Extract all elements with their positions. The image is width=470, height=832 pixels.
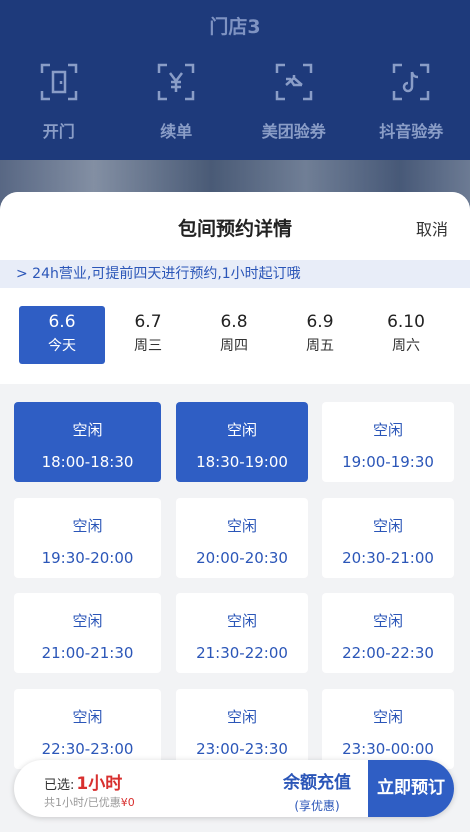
date-tab[interactable]: 6.7 周三 <box>105 306 191 364</box>
time-slot-range: 20:00-20:30 <box>196 548 288 567</box>
time-slot-range: 18:30-19:00 <box>196 453 288 471</box>
time-slot-status: 空闲 <box>372 707 403 726</box>
selected-duration: 1小时 <box>76 774 123 794</box>
time-slot[interactable]: 空闲 19:00-19:30 <box>322 402 454 482</box>
time-slot-range: 18:00-18:30 <box>41 453 134 471</box>
time-slot[interactable]: 空闲 18:00-18:30 <box>14 402 161 482</box>
selected-prefix: 已选: <box>44 778 75 793</box>
date-tab-date: 6.9 <box>306 312 334 332</box>
date-tab-date: 6.6 <box>48 312 76 332</box>
time-slot[interactable]: 空闲 21:00-21:30 <box>14 593 161 673</box>
time-slot-status: 空闲 <box>226 612 257 630</box>
douyin-coupon-label: 抖音验券 <box>379 122 444 141</box>
discount-amount: ¥0 <box>120 796 135 809</box>
time-slot-status: 空闲 <box>72 421 103 439</box>
time-slot[interactable]: 空闲 18:30-19:00 <box>176 402 308 482</box>
store-title: 门店3 <box>209 16 261 38</box>
time-slot-range: 21:30-22:00 <box>196 644 288 662</box>
douyin-coupon-button[interactable]: 抖音验券 <box>353 62 470 142</box>
time-slot-range: 20:30-21:00 <box>342 548 434 567</box>
discount-summary: 共1小时/已优惠¥0 <box>44 794 135 810</box>
open-door-label: 开门 <box>42 122 75 141</box>
date-tab-weekday: 周三 <box>134 338 162 354</box>
date-selector: 6.6 今天 6.7 周三 6.8 周四 6.9 周五 6.10 周六 <box>0 288 470 384</box>
yen-icon <box>156 62 196 102</box>
time-slot-status: 空闲 <box>372 421 403 439</box>
tiktok-icon <box>391 62 431 102</box>
time-slot-range: 23:00-23:30 <box>196 739 288 758</box>
sheet-title: 包间预约详情 <box>177 218 292 240</box>
meituan-coupon-button[interactable]: 美团验券 <box>235 62 353 142</box>
date-tab[interactable]: 6.6 今天 <box>19 306 105 364</box>
renew-order-button[interactable]: 续单 <box>118 62 236 142</box>
time-slot[interactable]: 空闲 21:30-22:00 <box>176 593 308 673</box>
coupon-icon <box>274 62 314 102</box>
time-slot-status: 空闲 <box>372 516 403 535</box>
door-icon <box>39 62 79 102</box>
date-tab[interactable]: 6.8 周四 <box>191 306 277 364</box>
time-slot-status: 空闲 <box>226 707 257 726</box>
time-slot[interactable]: 空闲 20:30-21:00 <box>322 497 454 578</box>
renew-order-label: 续单 <box>160 122 193 141</box>
quick-actions: 开门 续单 美团验券 抖音验券 <box>0 62 470 142</box>
selected-summary: 已选: 1小时 <box>44 769 122 794</box>
cancel-button[interactable]: 取消 <box>416 216 448 240</box>
time-slot-range: 19:00-19:30 <box>342 453 434 471</box>
meituan-coupon-label: 美团验券 <box>261 122 326 141</box>
date-tab-weekday: 周四 <box>220 338 248 354</box>
time-slot-status: 空闲 <box>72 516 103 535</box>
time-slot-status: 空闲 <box>226 516 257 535</box>
time-slot-range: 22:00-22:30 <box>342 644 434 662</box>
time-slot-status: 空闲 <box>226 421 257 439</box>
recharge-button[interactable]: 余额充值 (享优惠) <box>266 760 368 817</box>
time-slot[interactable]: 空闲 19:30-20:00 <box>14 497 161 578</box>
book-now-button[interactable]: 立即预订 <box>368 760 454 817</box>
date-tab-date: 6.8 <box>220 312 248 332</box>
recharge-label: 余额充值 <box>283 773 351 793</box>
time-slot-range: 21:00-21:30 <box>41 644 134 662</box>
booking-notice: > 24h营业,可提前四天进行预约,1小时起订哦 <box>0 260 470 288</box>
summary-prefix: 共1小时/已优惠 <box>44 796 121 809</box>
time-slot-status: 空闲 <box>372 612 403 630</box>
date-tab[interactable]: 6.9 周五 <box>277 306 363 364</box>
time-slot-range: 19:30-20:00 <box>41 548 134 567</box>
time-slot[interactable]: 空闲 22:30-23:00 <box>14 688 161 769</box>
date-tab-date: 6.7 <box>134 312 162 332</box>
date-tab-date: 6.10 <box>387 312 425 332</box>
date-tab-weekday: 周六 <box>392 338 420 354</box>
booking-bar: 已选: 1小时 共1小时/已优惠¥0 余额充值 (享优惠) 立即预订 <box>14 760 454 817</box>
booking-sheet: 包间预约详情 取消 > 24h营业,可提前四天进行预约,1小时起订哦 6.6 今天… <box>0 192 470 832</box>
time-slot-status: 空闲 <box>72 612 103 630</box>
time-slot-range: 22:30-23:00 <box>41 739 134 758</box>
time-slot[interactable]: 空闲 23:30-00:00 <box>322 688 454 769</box>
recharge-sub-label: (享优惠) <box>294 799 340 813</box>
date-tab-weekday: 周五 <box>306 338 334 354</box>
open-door-button[interactable]: 开门 <box>0 62 118 142</box>
time-slot[interactable]: 空闲 20:00-20:30 <box>176 497 308 578</box>
date-tab[interactable]: 6.10 周六 <box>363 306 449 364</box>
sheet-header: 包间预约详情 取消 <box>0 192 470 260</box>
time-slot-range: 23:30-00:00 <box>342 739 434 758</box>
time-slot[interactable]: 空闲 22:00-22:30 <box>322 593 454 673</box>
date-tab-weekday: 今天 <box>48 338 76 354</box>
time-slot[interactable]: 空闲 23:00-23:30 <box>176 688 308 769</box>
time-slot-status: 空闲 <box>72 707 103 726</box>
